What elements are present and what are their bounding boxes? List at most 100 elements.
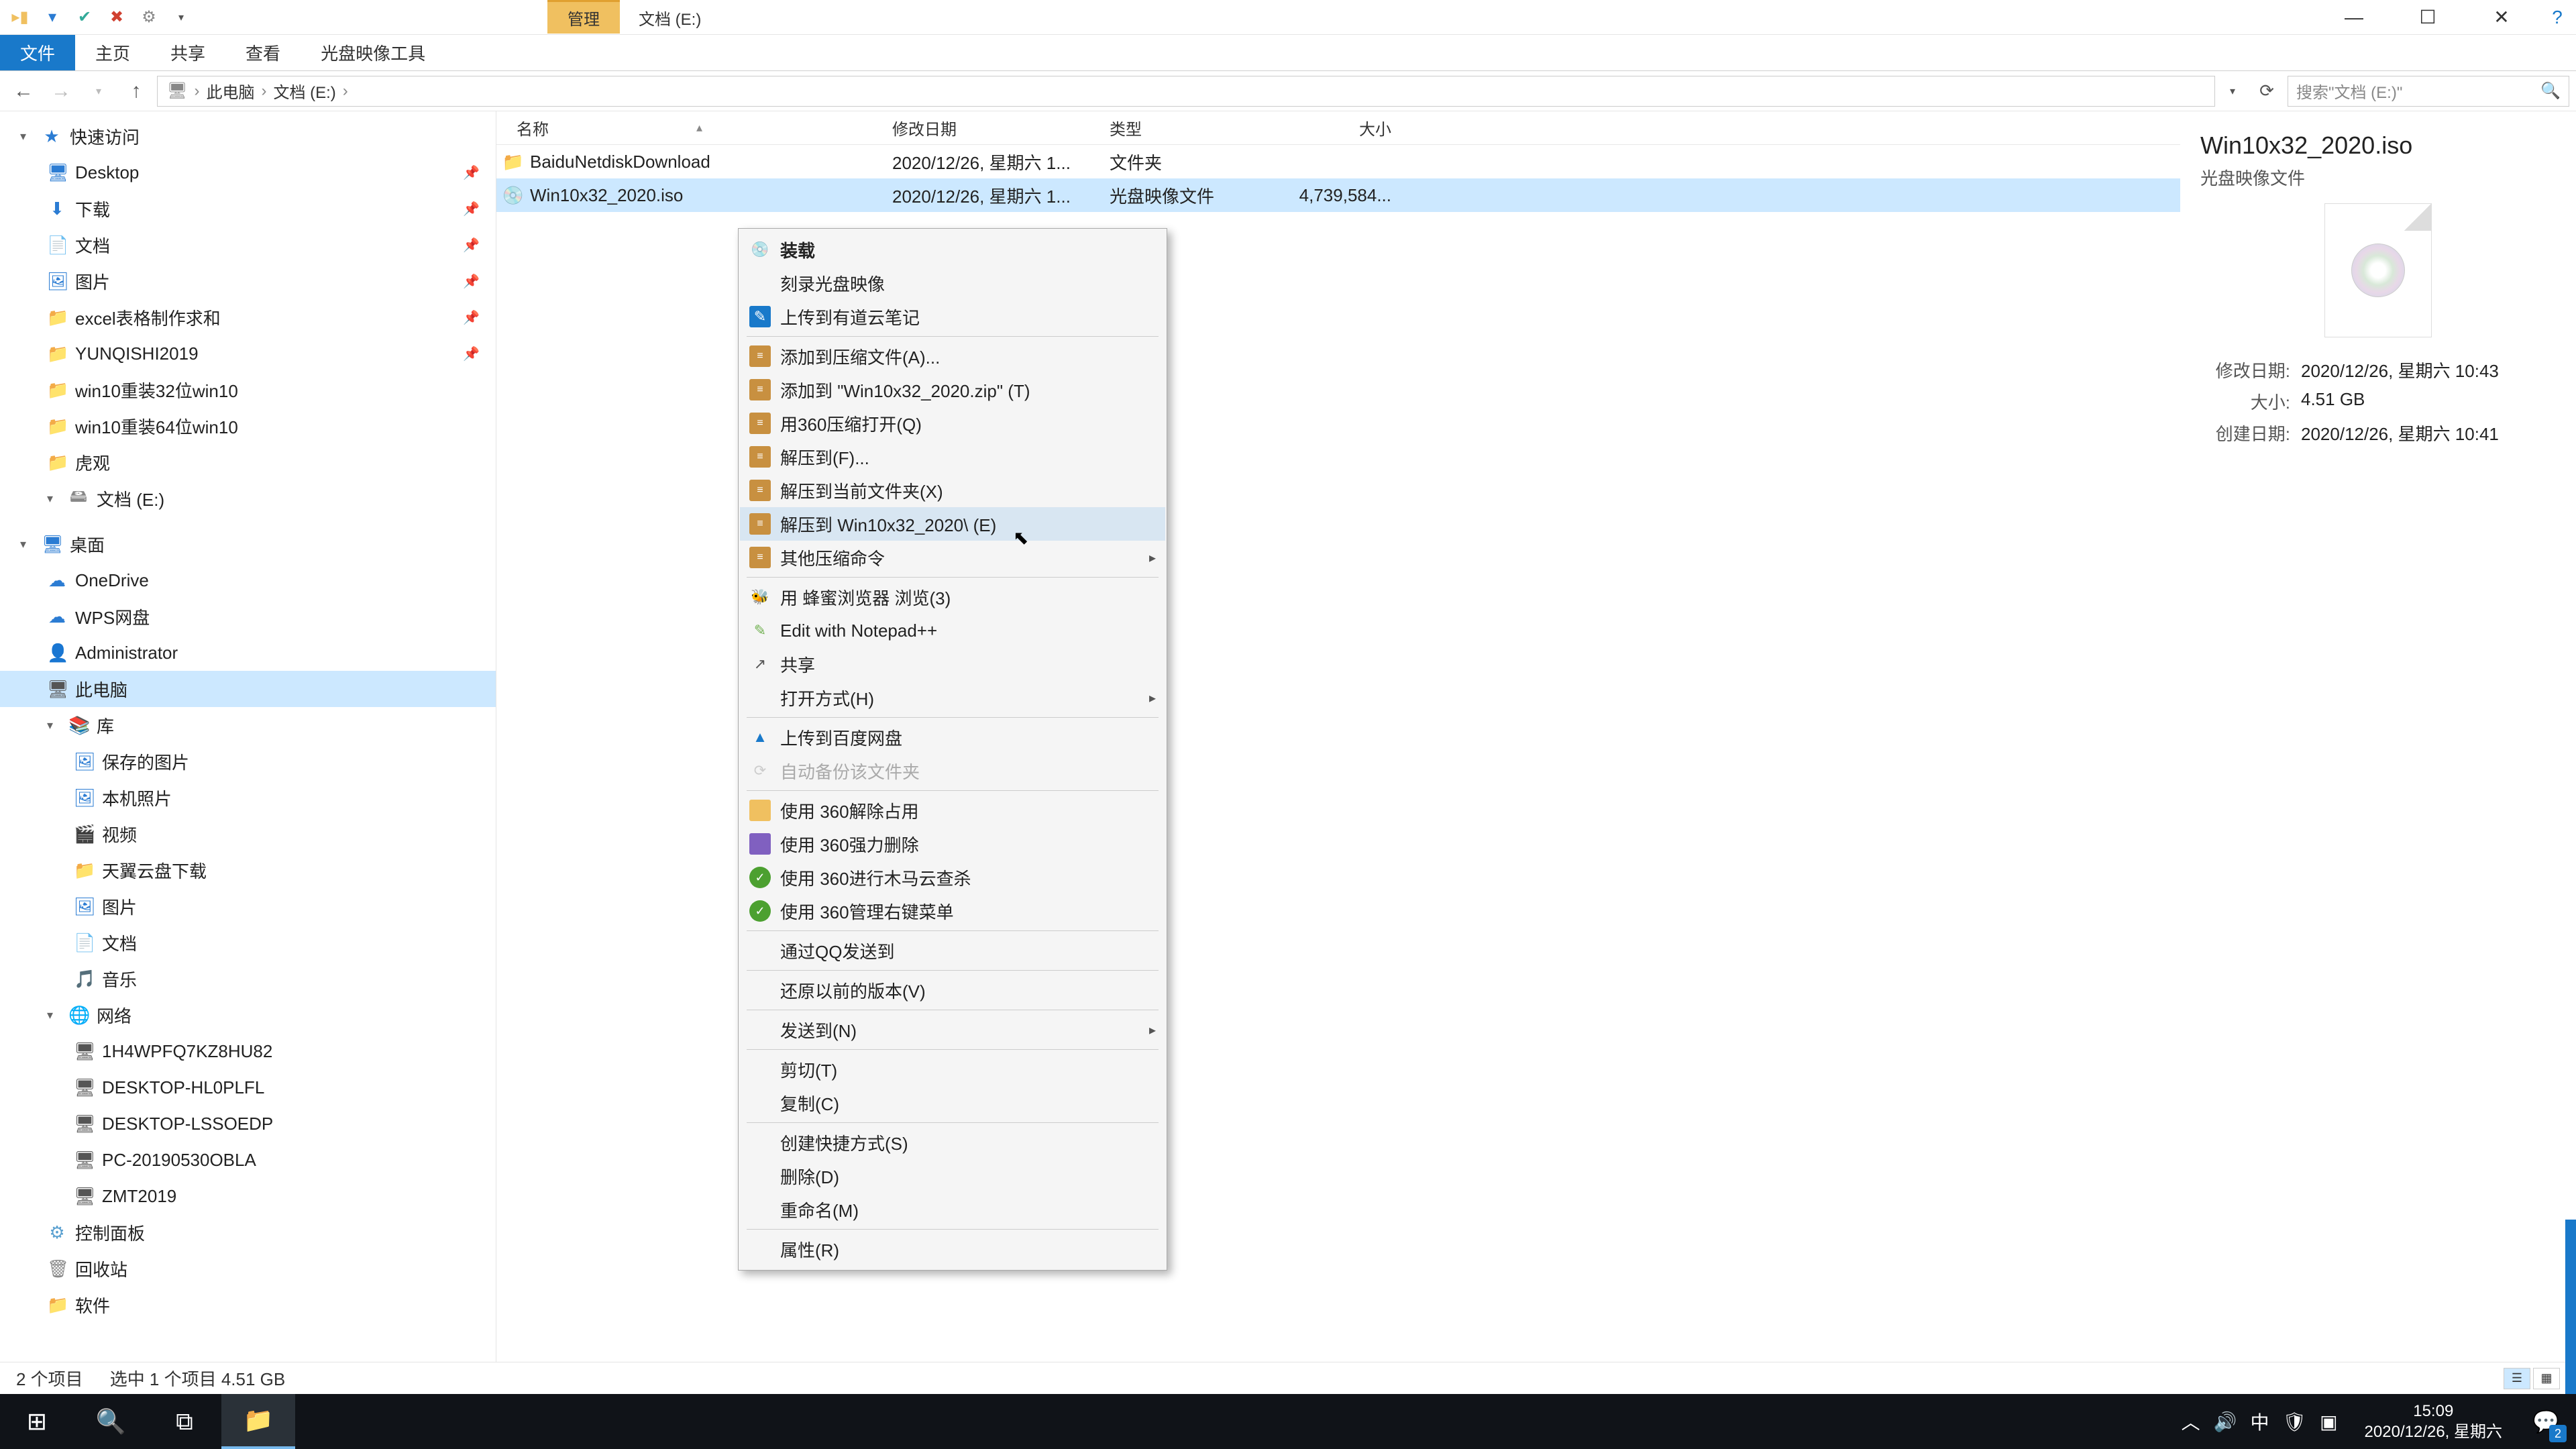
ctx-addzip[interactable]: ≡添加到压缩文件(A)... [740, 339, 1165, 373]
tree-lib-item[interactable]: 📄文档 [0, 924, 496, 961]
tree-lib-item[interactable]: 🖼保存的图片 [0, 743, 496, 780]
qat-close-icon[interactable]: ✖ [103, 4, 130, 31]
qat-dropdown-icon[interactable]: ▾ [168, 4, 195, 31]
tree-folder[interactable]: 📁excel表格制作求和📌 [0, 299, 496, 335]
tree-net-pc[interactable]: 🖥1H4WPFQ7KZ8HU82 [0, 1033, 496, 1069]
close-button[interactable]: ✕ [2465, 0, 2538, 34]
tree-lib-item[interactable]: 🖼本机照片 [0, 780, 496, 816]
maximize-button[interactable]: ☐ [2391, 0, 2465, 34]
details-view-button[interactable]: ☰ [2504, 1368, 2530, 1389]
ctx-rename[interactable]: 重命名(M) [740, 1193, 1165, 1226]
context-tab-manage[interactable]: 管理 [547, 0, 620, 34]
tree-recycle[interactable]: 🗑回收站 [0, 1250, 496, 1287]
start-button[interactable]: ⊞ [0, 1394, 74, 1449]
tray-security-icon[interactable]: 🛡 [2283, 1411, 2307, 1433]
ctx-openwith[interactable]: 打开方式(H)▸ [740, 681, 1165, 714]
ctx-open360[interactable]: ≡用360压缩打开(Q) [740, 407, 1165, 440]
ribbon-tab-isotools[interactable]: 光盘映像工具 [301, 35, 445, 70]
nav-up-button[interactable]: ↑ [119, 74, 153, 108]
tree-drive[interactable]: ▾🖴文档 (E:) [0, 480, 496, 517]
ribbon-tab-file[interactable]: 文件 [0, 35, 75, 70]
ctx-props[interactable]: 属性(R) [740, 1232, 1165, 1266]
tree-onedrive[interactable]: ☁OneDrive [0, 562, 496, 598]
tray-chevron-icon[interactable]: ︿ [2182, 1408, 2200, 1435]
ctx-360trojan[interactable]: ✓使用 360进行木马云查杀 [740, 861, 1165, 894]
tray-volume-icon[interactable]: 🔊 [2214, 1411, 2237, 1433]
ctx-qq[interactable]: 通过QQ发送到 [740, 934, 1165, 967]
tree-folder[interactable]: 📁win10重装32位win10 [0, 372, 496, 408]
task-view-button[interactable]: ⧉ [148, 1394, 221, 1449]
breadcrumb-drive[interactable]: 文档 (E:) [273, 79, 335, 103]
ctx-extractcur[interactable]: ≡解压到当前文件夹(X) [740, 474, 1165, 507]
ctx-copy[interactable]: 复制(C) [740, 1086, 1165, 1120]
tree-desktop[interactable]: 🖥Desktop📌 [0, 154, 496, 191]
tree-pictures[interactable]: 🖼图片📌 [0, 263, 496, 299]
ctx-extractf[interactable]: ≡解压到(F)... [740, 440, 1165, 474]
ctx-othercomp[interactable]: ≡其他压缩命令▸ [740, 541, 1165, 574]
tree-folder[interactable]: 📁win10重装64位win10 [0, 408, 496, 444]
ctx-restore[interactable]: 还原以前的版本(V) [740, 973, 1165, 1007]
tree-net-pc[interactable]: 🖥DESKTOP-HL0PLFL [0, 1069, 496, 1106]
col-name-header[interactable]: 名称▴ [496, 116, 892, 140]
search-icon[interactable]: 🔍 [2540, 81, 2561, 101]
search-button[interactable]: 🔍 [74, 1394, 148, 1449]
file-row[interactable]: 📁 BaiduNetdiskDownload 2020/12/26, 星期六 1… [496, 145, 2180, 178]
tray-ime-indicator[interactable]: 中 [2251, 1408, 2269, 1435]
breadcrumb-thispc[interactable]: 此电脑 [206, 79, 254, 103]
tray-app-icon[interactable]: ▣ [2320, 1411, 2337, 1433]
qat-check-icon[interactable]: ✔ [71, 4, 98, 31]
icons-view-button[interactable]: ▦ [2533, 1368, 2560, 1389]
help-button[interactable]: ? [2538, 0, 2576, 34]
ctx-baidu[interactable]: ▲上传到百度网盘 [740, 720, 1165, 754]
tree-net-pc[interactable]: 🖥PC-20190530OBLA [0, 1142, 496, 1178]
ctx-360delete[interactable]: 使用 360强力删除 [740, 827, 1165, 861]
ctx-360manage[interactable]: ✓使用 360管理右键菜单 [740, 894, 1165, 928]
col-size-header[interactable]: 大小 [1294, 116, 1405, 140]
tree-lib-item[interactable]: 🎬视频 [0, 816, 496, 852]
minimize-button[interactable]: — [2317, 0, 2391, 34]
ctx-burn[interactable]: 刻录光盘映像 [740, 266, 1165, 300]
ctx-360unlock[interactable]: 使用 360解除占用 [740, 794, 1165, 827]
nav-forward-button[interactable]: → [44, 74, 78, 108]
tree-net-pc[interactable]: 🖥DESKTOP-LSSOEDP [0, 1106, 496, 1142]
address-dropdown-icon[interactable]: ▾ [2219, 85, 2246, 98]
tree-folder[interactable]: 📁软件 [0, 1287, 496, 1323]
ribbon-tab-home[interactable]: 主页 [75, 35, 150, 70]
breadcrumb[interactable]: 🖥 › 此电脑 › 文档 (E:) › [157, 76, 2215, 107]
ctx-cut[interactable]: 剪切(T) [740, 1053, 1165, 1086]
tree-net-pc[interactable]: 🖥ZMT2019 [0, 1178, 496, 1214]
qat-save-icon[interactable]: ▾ [39, 4, 66, 31]
qat-gear-icon[interactable]: ⚙ [136, 4, 162, 31]
ctx-addzip2[interactable]: ≡添加到 "Win10x32_2020.zip" (T) [740, 373, 1165, 407]
ctx-mount[interactable]: 💿装载 [740, 233, 1165, 266]
ctx-npp[interactable]: ✎Edit with Notepad++ [740, 614, 1165, 647]
ctx-extractname[interactable]: ≡解压到 Win10x32_2020\ (E) [740, 507, 1165, 541]
search-input[interactable]: 搜索"文档 (E:)" 🔍 [2288, 76, 2569, 107]
tree-network[interactable]: ▾🌐网络 [0, 997, 496, 1033]
tree-control-panel[interactable]: ⚙控制面板 [0, 1214, 496, 1250]
tree-folder[interactable]: 📁YUNQISHI2019📌 [0, 335, 496, 372]
taskbar-clock[interactable]: 15:09 2020/12/26, 星期六 [2351, 1401, 2516, 1442]
nav-back-button[interactable]: ← [7, 74, 40, 108]
ctx-delete[interactable]: 删除(D) [740, 1159, 1165, 1193]
tree-folder[interactable]: 📁虎观 [0, 444, 496, 480]
tree-libraries[interactable]: ▾📚库 [0, 707, 496, 743]
tree-thispc[interactable]: 🖥此电脑 [0, 671, 496, 707]
tree-lib-item[interactable]: 🎵音乐 [0, 961, 496, 997]
col-date-header[interactable]: 修改日期 [892, 116, 1110, 140]
ctx-browser[interactable]: 🐝用 蜂蜜浏览器 浏览(3) [740, 580, 1165, 614]
tree-desktop2[interactable]: ▾🖥桌面 [0, 526, 496, 562]
notifications-button[interactable]: 💬 2 [2516, 1394, 2576, 1449]
tree-lib-item[interactable]: 🖼图片 [0, 888, 496, 924]
ribbon-tab-share[interactable]: 共享 [150, 35, 225, 70]
tree-quick-access[interactable]: ▾★快速访问 [0, 118, 496, 154]
ctx-sendto[interactable]: 发送到(N)▸ [740, 1013, 1165, 1046]
tree-admin[interactable]: 👤Administrator [0, 635, 496, 671]
ctx-share[interactable]: ↗共享 [740, 647, 1165, 681]
tree-downloads[interactable]: ⬇下载📌 [0, 191, 496, 227]
tree-documents[interactable]: 📄文档📌 [0, 227, 496, 263]
taskbar-explorer[interactable]: 📁 [221, 1394, 295, 1449]
col-type-header[interactable]: 类型 [1110, 116, 1294, 140]
file-row-selected[interactable]: 💿 Win10x32_2020.iso 2020/12/26, 星期六 1...… [496, 178, 2180, 212]
tree-wps[interactable]: ☁WPS网盘 [0, 598, 496, 635]
